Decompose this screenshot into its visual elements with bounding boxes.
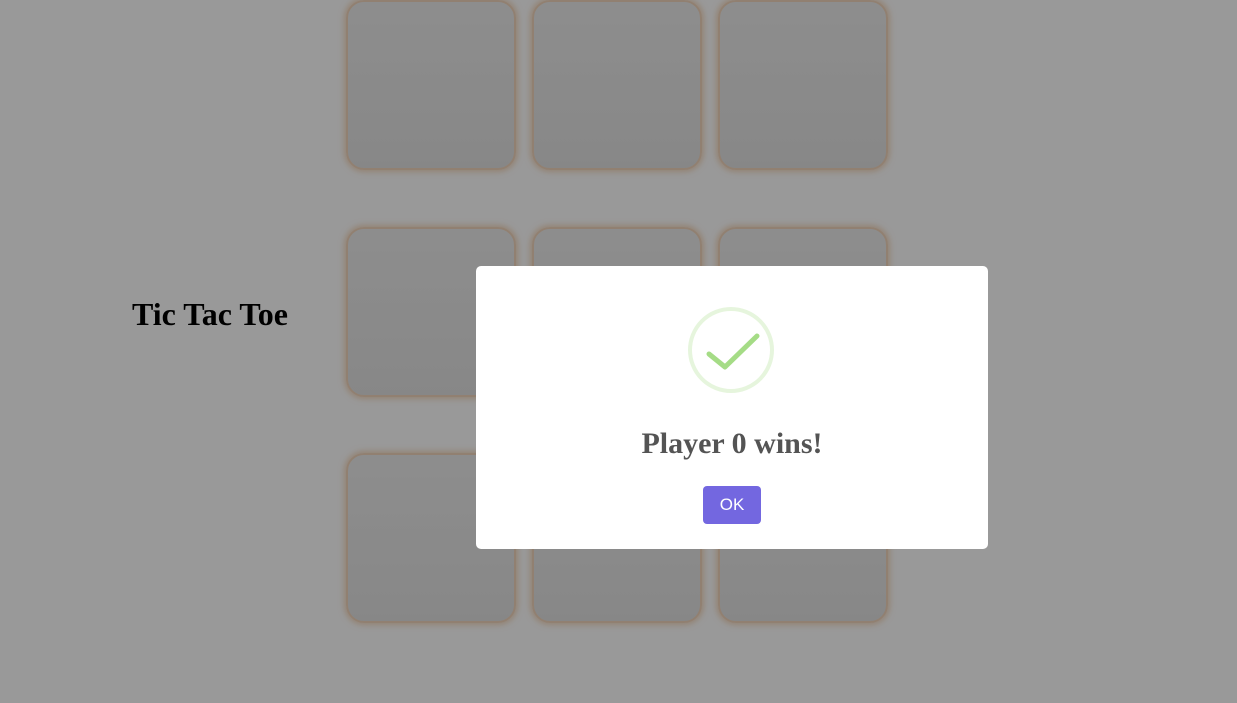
dialog-title: Player 0 wins! — [641, 427, 823, 460]
ok-button[interactable]: OK — [703, 486, 761, 524]
success-check-icon — [687, 306, 775, 394]
page: Tic Tac Toe Player 0 wins! OK — [0, 0, 1237, 703]
win-dialog: Player 0 wins! OK — [476, 266, 988, 549]
